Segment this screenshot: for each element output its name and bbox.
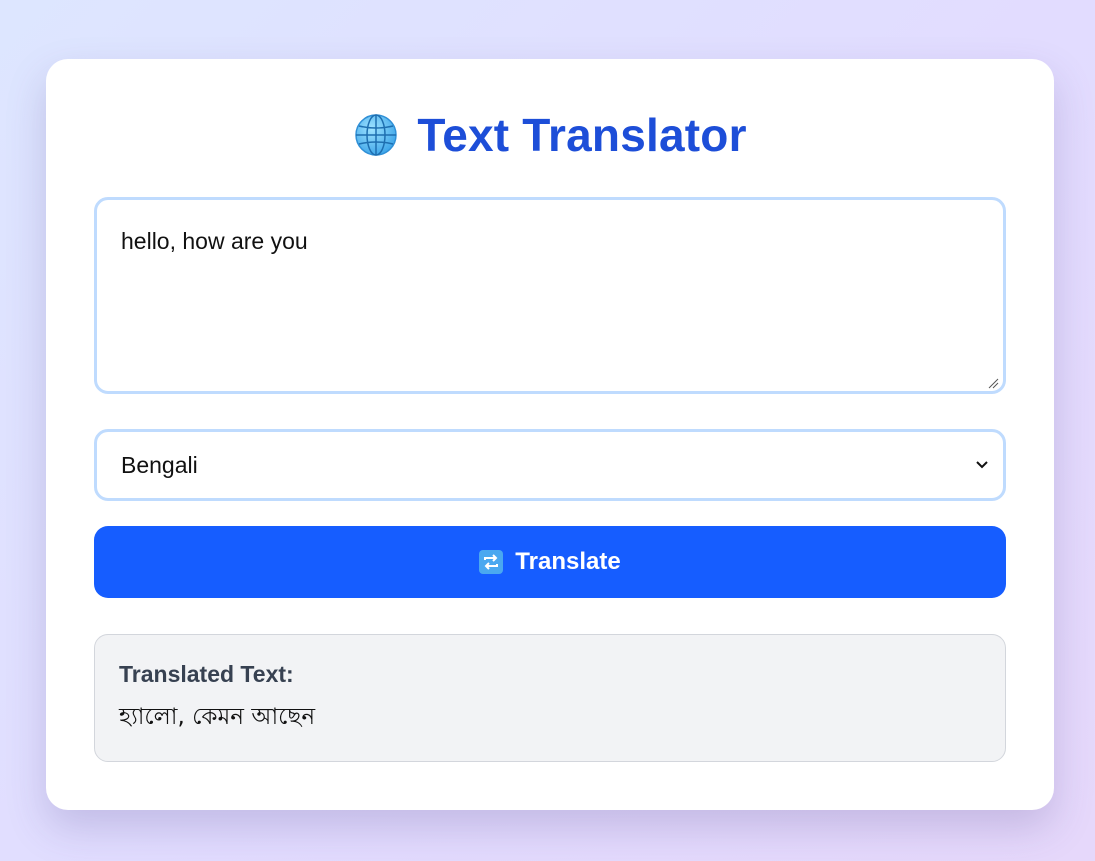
repeat-icon [479,550,504,574]
translate-button[interactable]: Translate [94,526,1006,598]
result-panel: Translated Text: হ্যালো, কেমন আছেন [94,634,1006,762]
resize-handle-icon[interactable] [987,377,999,389]
globe-icon [355,114,398,156]
page-title: Text Translator [417,109,747,161]
header: Text Translator [46,107,1054,163]
translate-button-label: Translate [515,548,621,575]
language-select[interactable]: Bengali [94,429,1006,501]
translator-card: Text Translator hello, how are you Benga… [46,59,1054,810]
translated-text: হ্যালো, কেমন আছেন [119,704,316,730]
language-select-value: Bengali [121,451,198,478]
source-text-input[interactable]: hello, how are you [94,197,1006,394]
result-heading: Translated Text: [119,661,294,687]
chevron-down-icon [976,461,988,469]
